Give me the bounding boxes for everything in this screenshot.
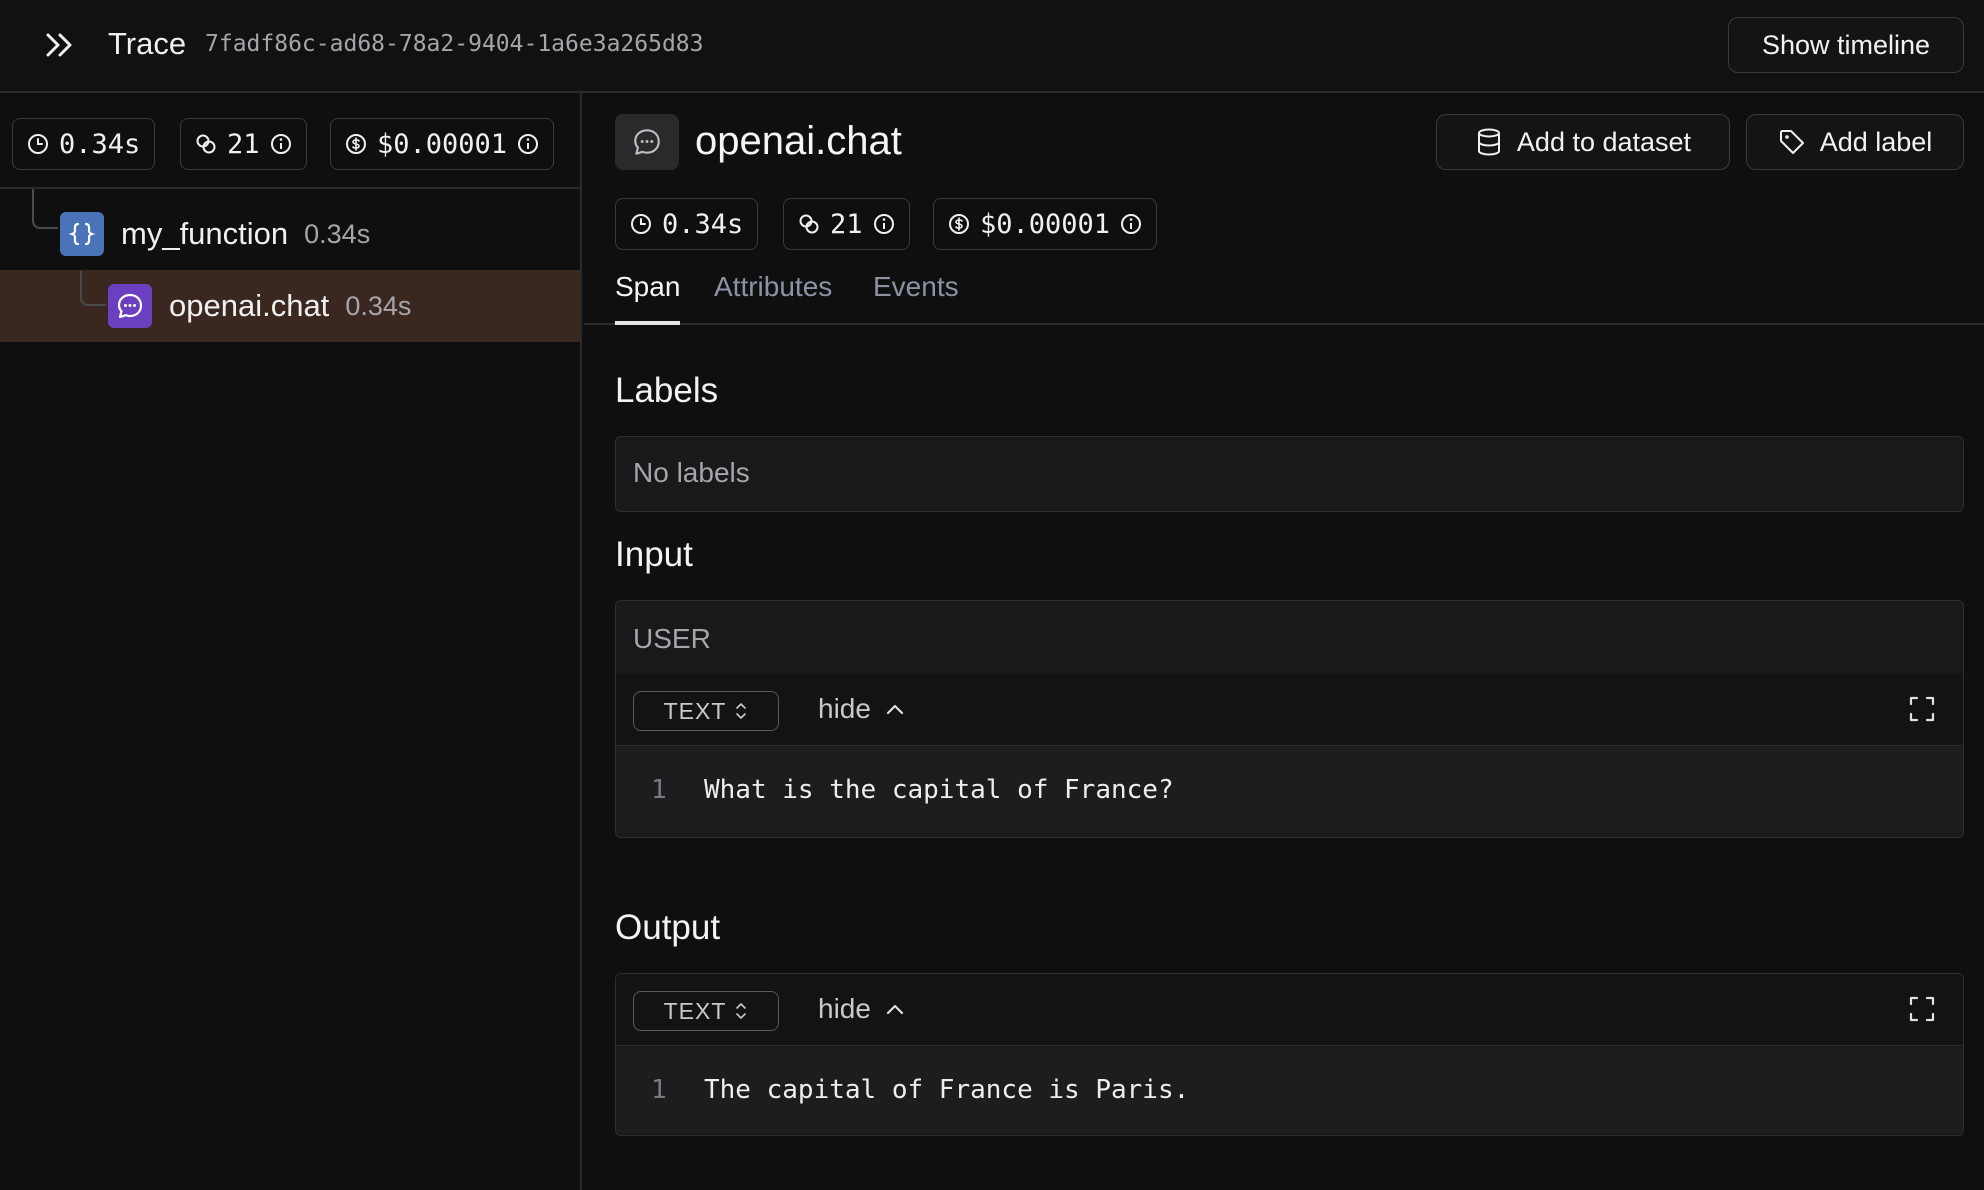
format-select[interactable]: TEXT: [633, 991, 779, 1031]
format-label: TEXT: [663, 697, 727, 724]
message-content[interactable]: What is the capital of France?: [704, 775, 1174, 805]
add-label-label: Add label: [1819, 126, 1933, 157]
hide-toggle[interactable]: hide: [818, 693, 905, 725]
message-toolbar: TEXT hide: [616, 674, 1963, 746]
dollar-icon: [948, 213, 970, 235]
hide-label: hide: [818, 993, 871, 1024]
tree-node-my-function[interactable]: my_function 0.34s: [0, 198, 580, 270]
show-timeline-label: Show timeline: [1761, 29, 1931, 60]
tag-icon: [1778, 128, 1806, 156]
add-label-button[interactable]: Add label: [1746, 114, 1964, 170]
coins-icon: [798, 213, 820, 235]
tokens-value: 21: [227, 128, 260, 160]
span-tabs: Span Attributes Events: [584, 263, 1984, 325]
cost-value: $0.00001: [980, 208, 1111, 240]
node-duration: 0.34s: [304, 218, 371, 249]
dollar-icon: [345, 133, 367, 155]
expand-icon[interactable]: [1909, 696, 1935, 722]
hide-label: hide: [818, 693, 871, 724]
code-block: 1 The capital of France is Paris.: [616, 1047, 1963, 1133]
node-duration: 0.34s: [345, 290, 412, 321]
tab-span[interactable]: Span: [615, 271, 681, 325]
collapse-icon[interactable]: [40, 27, 80, 63]
span-details-panel: openai.chat Add to dataset Add label 0.3…: [584, 93, 1984, 1190]
cost-stat[interactable]: $0.00001: [330, 118, 555, 170]
info-icon[interactable]: [1120, 213, 1142, 235]
input-heading: Input: [615, 535, 693, 574]
add-to-dataset-button[interactable]: Add to dataset: [1436, 114, 1730, 170]
chevron-updown-icon: [734, 1001, 748, 1021]
tokens-stat[interactable]: 21: [180, 118, 307, 170]
labels-heading: Labels: [615, 371, 719, 410]
duration-stat: 0.34s: [12, 118, 156, 170]
tab-attributes[interactable]: Attributes: [714, 271, 832, 325]
tokens-stat[interactable]: 21: [783, 198, 910, 250]
code-block: 1 What is the capital of France?: [616, 747, 1963, 833]
node-name: my_function: [121, 216, 289, 251]
info-icon[interactable]: [270, 133, 292, 155]
trace-stats: 0.34s 21 $0.00001: [0, 93, 582, 189]
line-number: 1: [651, 775, 667, 805]
output-message: TEXT hide 1 The capital of France is Par…: [615, 973, 1964, 1136]
chevron-up-icon: [885, 702, 905, 716]
cost-stat[interactable]: $0.00001: [933, 198, 1158, 250]
database-icon: [1475, 127, 1503, 157]
no-labels-text: No labels: [633, 457, 750, 488]
output-heading: Output: [615, 908, 721, 947]
trace-id: 7fadf86c-ad68-78a2-9404-1a6e3a265d83: [205, 31, 704, 57]
chevron-up-icon: [885, 1002, 905, 1016]
tree-connector: [80, 271, 106, 306]
input-message: USER TEXT hide 1 What is the capital of …: [615, 600, 1964, 838]
format-label: TEXT: [663, 997, 727, 1024]
top-bar: Trace 7fadf86c-ad68-78a2-9404-1a6e3a265d…: [0, 0, 1984, 93]
show-timeline-button[interactable]: Show timeline: [1728, 17, 1964, 73]
tokens-value: 21: [830, 208, 863, 240]
message-content[interactable]: The capital of France is Paris.: [704, 1075, 1189, 1105]
line-number: 1: [651, 1075, 667, 1105]
labels-box: No labels: [615, 436, 1964, 512]
chat-icon: [615, 114, 679, 170]
info-icon[interactable]: [873, 213, 895, 235]
span-title: openai.chat: [695, 119, 902, 163]
chat-icon: [108, 284, 152, 328]
add-to-dataset-label: Add to dataset: [1516, 126, 1692, 157]
hide-toggle[interactable]: hide: [818, 993, 905, 1025]
coins-icon: [195, 133, 217, 155]
trace-title: Trace: [108, 26, 187, 61]
duration-value: 0.34s: [59, 128, 141, 160]
clock-icon: [27, 133, 49, 155]
message-role: USER: [633, 623, 711, 654]
braces-icon: [60, 212, 104, 256]
chevron-updown-icon: [734, 701, 748, 721]
trace-tree-panel: 0.34s 21 $0.00001 my_function 0.34s open…: [0, 93, 582, 1190]
format-select[interactable]: TEXT: [633, 691, 779, 731]
duration-stat: 0.34s: [615, 198, 759, 250]
cost-value: $0.00001: [377, 128, 508, 160]
clock-icon: [630, 213, 652, 235]
duration-value: 0.34s: [662, 208, 744, 240]
info-icon[interactable]: [517, 133, 539, 155]
tab-events[interactable]: Events: [873, 271, 959, 325]
expand-icon[interactable]: [1909, 996, 1935, 1022]
message-toolbar: TEXT hide: [616, 974, 1963, 1046]
node-name: openai.chat: [169, 288, 330, 323]
